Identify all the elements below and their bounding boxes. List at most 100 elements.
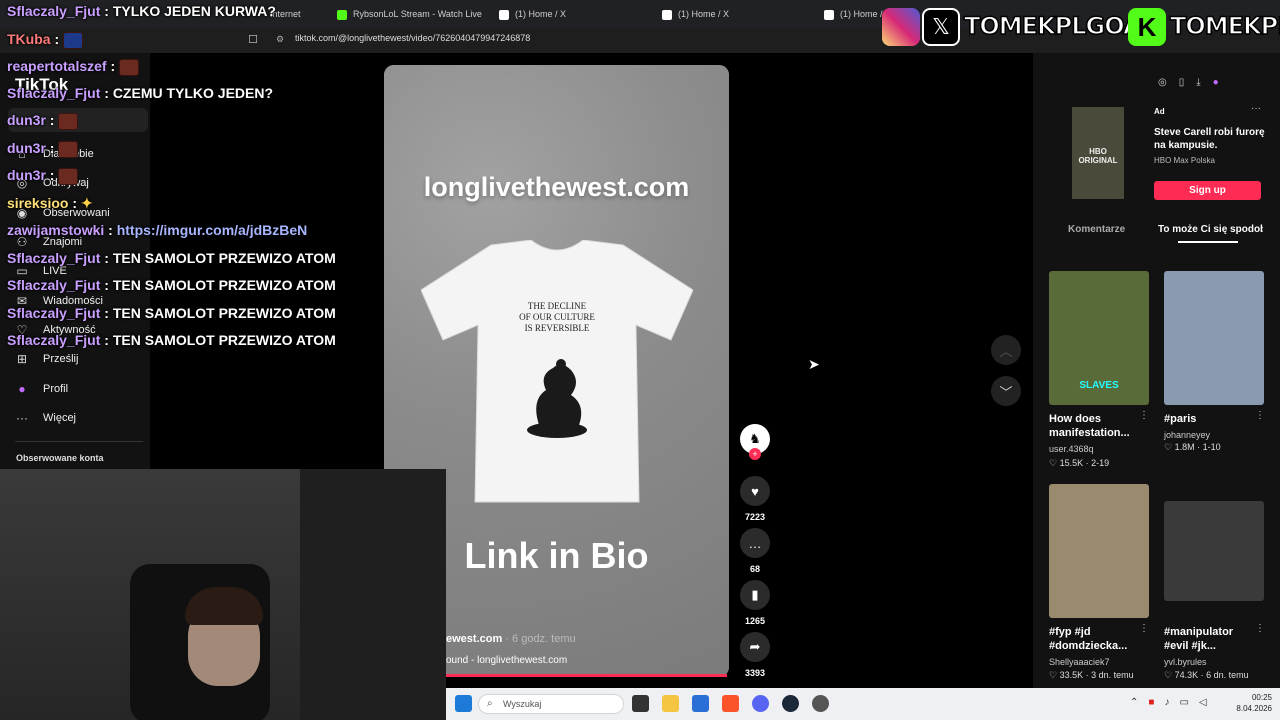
x-icon <box>499 9 509 20</box>
tab-recommended[interactable]: To może Ci się spodobać <box>1158 224 1263 235</box>
more-icon[interactable]: ··· <box>1251 103 1261 114</box>
card-title[interactable]: How does manifestation... <box>1049 412 1139 440</box>
more-icon[interactable]: ⋮ <box>1255 410 1265 421</box>
chat-message: TKuba : <box>7 31 84 49</box>
kick-logo-icon: K <box>1128 8 1166 46</box>
file-explorer-icon[interactable] <box>662 695 679 712</box>
tray-app-icon[interactable]: ■ <box>1148 697 1154 708</box>
chat-username: Sflaczaly_Fjut <box>7 85 101 101</box>
previous-video-button[interactable]: ︿ <box>991 335 1021 365</box>
card-user[interactable]: Shellyaaaciek7 <box>1049 657 1110 667</box>
chat-username: Sflaczaly_Fjut <box>7 277 101 293</box>
like-button[interactable]: ♥ 7223 <box>740 476 770 522</box>
phone-icon[interactable]: ▯ <box>1179 77 1185 88</box>
microphone-icon[interactable]: ♪ <box>1164 697 1169 708</box>
share-icon: ➦ <box>740 632 770 662</box>
network-icon[interactable]: ▭ <box>1179 697 1188 708</box>
video-caption[interactable]: ewest.com · 6 godz. temu <box>446 633 576 645</box>
emote-icon <box>58 167 79 185</box>
video-thumbnail[interactable] <box>1049 484 1149 618</box>
card-stats: ♡ 15.5K · 2-19 <box>1049 458 1110 468</box>
card-stats: ♡ 33.5K · 3 dn. temu <box>1049 670 1134 680</box>
nav-item-upload[interactable]: ⊞ Prześlij <box>15 352 78 366</box>
video-time: · 6 godz. temu <box>505 633 576 645</box>
share-button[interactable]: ➦ 3393 <box>740 632 770 678</box>
nav-item-profile[interactable]: ● Profil <box>15 382 68 396</box>
follow-plus-icon[interactable]: + <box>749 448 761 460</box>
avatar-icon[interactable]: ● <box>1213 77 1219 88</box>
search-icon: ⌕ <box>487 698 493 709</box>
chat-text: : <box>106 58 116 74</box>
app-icon[interactable] <box>812 695 829 712</box>
bookmark-icon[interactable]: ☐ <box>248 33 258 46</box>
save-button[interactable]: ▮ 1265 <box>740 580 770 626</box>
nav-label: Prześlij <box>43 353 79 365</box>
card-user[interactable]: user.4368q <box>1049 444 1094 454</box>
webcam-hair <box>185 587 263 625</box>
overlay-name: TOMEKPLGOAT <box>963 11 1156 41</box>
next-video-button[interactable]: ﹀ <box>991 376 1021 406</box>
active-tab-indicator <box>1178 241 1238 243</box>
ad-signup-button[interactable]: Sign up <box>1154 181 1261 200</box>
windows-start-icon[interactable] <box>455 695 472 712</box>
card-user[interactable]: yvl.byrules <box>1164 657 1207 667</box>
tab-comments[interactable]: Komentarze <box>1068 224 1125 235</box>
chat-message: Sflaczaly_Fjut : TYLKO JEDEN KURWA? <box>7 3 276 19</box>
video-author[interactable]: ewest.com <box>446 633 502 645</box>
more-icon[interactable]: ⋮ <box>1139 623 1149 634</box>
store-icon[interactable] <box>692 695 709 712</box>
thumbnail-caption: SLAVES <box>1079 380 1119 391</box>
chat-username: Sflaczaly_Fjut <box>7 332 101 348</box>
instagram-icon <box>882 8 920 46</box>
more-icon[interactable]: ⋮ <box>1139 410 1149 421</box>
task-view-icon[interactable] <box>632 695 649 712</box>
card-title[interactable]: #paris <box>1164 412 1196 426</box>
followed-accounts-header: Obserwowane konta <box>16 453 104 463</box>
save-count: 1265 <box>744 616 766 626</box>
browser-tab[interactable]: (1) Home / X <box>662 0 802 28</box>
mouse-cursor: ➤ <box>808 356 820 372</box>
clock[interactable]: 00:25 8.04.2026 <box>1232 692 1272 714</box>
author-avatar[interactable]: ♞ + <box>740 424 770 460</box>
brave-icon[interactable] <box>722 695 739 712</box>
nav-item-more[interactable]: ··· Więcej <box>15 411 76 425</box>
more-icon[interactable]: ⋮ <box>1255 623 1265 634</box>
browser-tab[interactable]: RybsonLoL Stream - Watch Live on K <box>337 0 482 28</box>
url-text[interactable]: tiktok.com/@longlivethewest/video/762604… <box>295 33 530 43</box>
card-title[interactable]: #manipulator #evil #jk... <box>1164 625 1254 653</box>
taskbar-search[interactable]: ⌕ Wyszukaj <box>478 694 624 714</box>
browser-tab[interactable]: (1) Home / X <box>824 0 884 28</box>
ad-title[interactable]: Steve Carell robi furorę na kampusie. <box>1154 126 1269 152</box>
card-date: 3 dn. temu <box>1091 670 1134 680</box>
chat-link[interactable]: https://imgur.com/a/jdBzBeN <box>117 222 308 238</box>
video-sound[interactable]: ound - longlivethewest.com <box>446 655 567 666</box>
video-thumbnail[interactable]: SLAVES <box>1049 271 1149 405</box>
chat-text: : TYLKO JEDEN KURWA? <box>100 3 276 19</box>
comment-button[interactable]: … 68 <box>740 528 770 574</box>
volume-icon[interactable]: ◁ <box>1199 697 1207 708</box>
discord-icon[interactable] <box>752 695 769 712</box>
chat-message: Sflaczaly_Fjut : TEN SAMOLOT PRZEWIZO AT… <box>7 250 336 266</box>
kick-icon <box>337 9 347 20</box>
card-user[interactable]: johanneyey <box>1164 430 1210 440</box>
chevron-up-icon[interactable]: ⌃ <box>1130 697 1138 708</box>
download-icon[interactable]: ⤓ <box>1196 77 1200 88</box>
site-info-icon[interactable]: ⚙ <box>276 34 284 45</box>
chat-text: : <box>68 195 78 211</box>
video-thumbnail[interactable] <box>1164 501 1264 601</box>
x-icon <box>824 9 834 20</box>
bulb-icon: ✦ <box>80 195 93 211</box>
ad-sponsor: HBO Max Polska <box>1154 156 1215 165</box>
video-progress-bar[interactable] <box>446 674 727 677</box>
nav-item-live[interactable]: ▭ LIVE <box>15 264 67 278</box>
ad-thumbnail[interactable]: HBO ORIGINAL <box>1072 107 1124 199</box>
chat-message: sireksioo : ✦ <box>7 195 93 212</box>
browser-tab[interactable]: Internet <box>270 0 330 28</box>
search-placeholder: Wyszukaj <box>503 699 542 709</box>
video-thumbnail[interactable] <box>1164 271 1264 405</box>
card-title[interactable]: #fyp #jd #domdziecka... <box>1049 625 1139 653</box>
compass-icon[interactable]: ◎ <box>1158 77 1167 88</box>
steam-icon[interactable] <box>782 695 799 712</box>
ad-label: Ad <box>1154 107 1165 116</box>
browser-tab[interactable]: (1) Home / X <box>499 0 639 28</box>
